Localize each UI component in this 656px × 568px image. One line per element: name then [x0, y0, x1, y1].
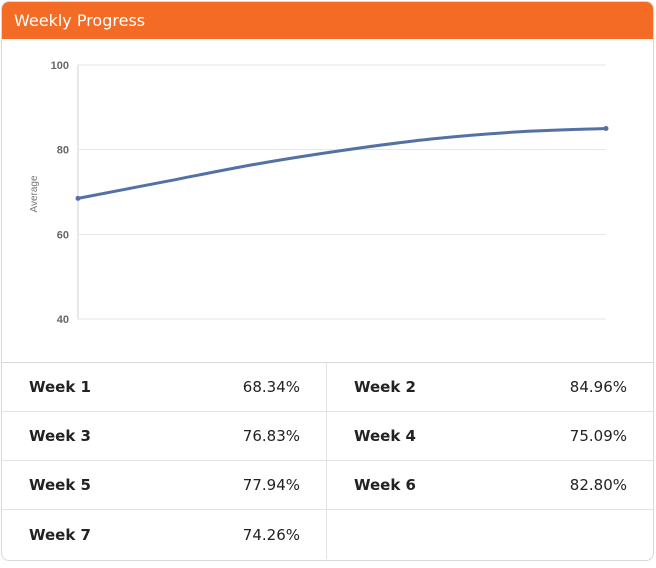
- week-label: Week 1: [29, 378, 91, 396]
- series-line: [76, 127, 608, 200]
- y-tick-label: 60: [57, 229, 69, 241]
- week-stat-cell: Week 6 82.80%: [327, 461, 653, 510]
- card-title: Weekly Progress: [2, 2, 653, 39]
- y-tick-label: 100: [51, 60, 69, 72]
- week-value: 77.94%: [242, 476, 300, 494]
- week-label: Week 5: [29, 476, 91, 494]
- y-tick-label: 40: [57, 314, 69, 326]
- weekly-progress-card: Weekly Progress 40 60 80 100 Average Week 1 6…: [1, 1, 654, 561]
- week-value: 74.26%: [242, 525, 300, 544]
- week-stat-cell: Week 3 76.83%: [2, 412, 327, 461]
- week-stat-cell: Week 1 68.34%: [2, 363, 327, 412]
- week-value: 82.80%: [569, 476, 627, 494]
- series-start-point: [75, 195, 81, 201]
- average-line-chart: 40 60 80 100 Average: [29, 60, 609, 326]
- y-axis-label: Average: [29, 175, 40, 213]
- week-stat-cell: Week 5 77.94%: [2, 461, 327, 510]
- week-label: Week 4: [354, 427, 416, 445]
- week-stat-cell: Week 2 84.96%: [327, 363, 653, 412]
- empty-stat-cell: [327, 510, 653, 559]
- week-value: 84.96%: [569, 378, 627, 396]
- chart-area: 40 60 80 100 Average: [2, 39, 653, 363]
- week-label: Week 2: [354, 378, 416, 396]
- week-label: Week 7: [29, 525, 91, 544]
- week-label: Week 3: [29, 427, 91, 445]
- y-tick-label: 80: [57, 145, 69, 157]
- series-end-point: [603, 126, 609, 131]
- week-label: Week 6: [354, 476, 416, 494]
- week-value: 76.83%: [242, 427, 300, 445]
- weekly-stats-grid: Week 1 68.34% Week 2 84.96% Week 3 76.83% Week…: [2, 363, 653, 559]
- week-stat-cell: Week 7 74.26%: [2, 510, 327, 559]
- week-value: 75.09%: [569, 427, 627, 445]
- week-stat-cell: Week 4 75.09%: [327, 412, 653, 461]
- week-value: 68.34%: [242, 378, 300, 396]
